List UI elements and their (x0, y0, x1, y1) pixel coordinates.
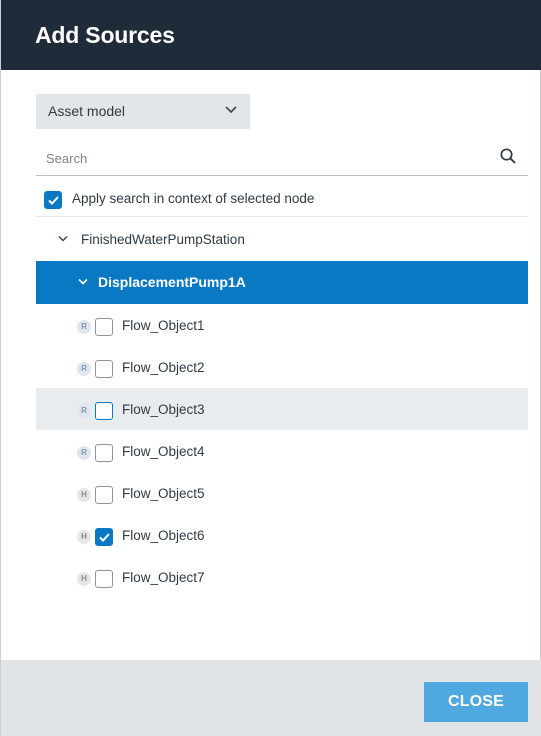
search-icon[interactable] (499, 147, 517, 165)
tree-item-label: Flow_Object2 (122, 360, 205, 375)
tree-item-label: Flow_Object7 (122, 570, 205, 585)
dialog-header: Add Sources (1, 0, 541, 70)
tree-item[interactable]: R Flow_Object3 (36, 388, 528, 430)
dialog-footer: CLOSE (1, 660, 541, 736)
tree-node-selected[interactable]: DisplacementPump1A (36, 261, 528, 304)
apply-context-label: Apply search in context of selected node (72, 191, 315, 206)
tree-item-label: Flow_Object6 (122, 528, 205, 543)
tree-node-label: FinishedWaterPumpStation (81, 232, 245, 247)
search-bar (36, 141, 528, 176)
tree-item[interactable]: R Flow_Object4 (36, 430, 528, 472)
source-type-dropdown[interactable]: Asset model (36, 94, 250, 129)
apply-context-option[interactable]: Apply search in context of selected node (36, 181, 528, 217)
item-checkbox[interactable] (95, 528, 113, 546)
item-checkbox[interactable] (95, 402, 113, 420)
add-sources-dialog: Add Sources Asset model Apply search in … (0, 0, 541, 736)
search-input[interactable] (36, 141, 496, 175)
checkmark-icon (48, 196, 59, 205)
tree-item[interactable]: R Flow_Object1 (36, 304, 528, 346)
tree-item-label: Flow_Object4 (122, 444, 205, 459)
asset-tree: FinishedWaterPumpStation DisplacementPum… (36, 219, 528, 598)
badge-icon: H (77, 530, 91, 544)
tree-item-label: Flow_Object1 (122, 318, 205, 333)
tree-node-root[interactable]: FinishedWaterPumpStation (36, 219, 528, 261)
tree-node-label: DisplacementPump1A (98, 274, 246, 290)
badge-icon: R (77, 404, 91, 418)
checkbox-checked (44, 191, 62, 209)
source-type-selected-value: Asset model (48, 103, 126, 119)
apply-context-checkbox[interactable] (44, 191, 62, 209)
item-checkbox[interactable] (95, 318, 113, 336)
close-button[interactable]: CLOSE (424, 682, 528, 722)
tree-item[interactable]: H Flow_Object5 (36, 472, 528, 514)
item-checkbox[interactable] (95, 360, 113, 378)
dialog-title: Add Sources (35, 22, 175, 48)
tree-item-label: Flow_Object3 (122, 402, 205, 417)
badge-icon: R (77, 320, 91, 334)
chevron-down-icon[interactable] (58, 235, 68, 243)
chevron-down-icon (225, 106, 237, 114)
tree-item[interactable]: R Flow_Object2 (36, 346, 528, 388)
badge-icon: R (77, 362, 91, 376)
checkmark-icon (99, 533, 110, 542)
tree-item-label: Flow_Object5 (122, 486, 205, 501)
chevron-down-icon[interactable] (78, 278, 88, 286)
badge-icon: H (77, 488, 91, 502)
badge-icon: R (77, 446, 91, 460)
item-checkbox[interactable] (95, 444, 113, 462)
tree-item[interactable]: H Flow_Object7 (36, 556, 528, 598)
item-checkbox[interactable] (95, 486, 113, 504)
tree-item[interactable]: H Flow_Object6 (36, 514, 528, 556)
item-checkbox[interactable] (95, 570, 113, 588)
badge-icon: H (77, 572, 91, 586)
